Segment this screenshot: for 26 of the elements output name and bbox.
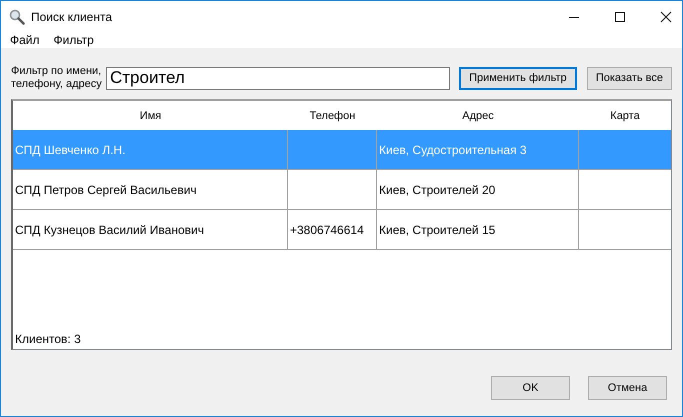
column-header[interactable]: Карта <box>579 110 671 122</box>
ok-button[interactable]: OK <box>491 376 570 400</box>
apply-filter-button[interactable]: Применить фильтр <box>458 66 577 90</box>
column-header[interactable]: Телефон <box>288 110 377 122</box>
menu-item[interactable]: Фильтр <box>54 33 94 47</box>
table-row[interactable]: СПД Кузнецов Василий Иванович +3806746614 Киев, Строителей 15 <box>13 210 671 250</box>
table-row[interactable]: СПД Петров Сергей Васильевич Киев, Строителей 20 <box>13 170 671 210</box>
search-icon <box>9 8 25 24</box>
close-icon[interactable] <box>660 10 672 22</box>
filter-label: Фильтр по имени, телефону, адресу <box>11 65 103 91</box>
table-cell: СПД Шевченко Л.Н. <box>15 142 126 156</box>
table-cell: СПД Кузнецов Василий Иванович <box>15 222 204 236</box>
cancel-button[interactable]: Отмена <box>588 376 667 400</box>
table-cell: Киев, Судостроительная 3 <box>379 142 527 156</box>
column-header[interactable]: Имя <box>13 110 288 122</box>
table-cell: Киев, Строителей 20 <box>379 182 496 196</box>
window-title: Поиск клиента <box>31 10 112 24</box>
table-cell: СПД Петров Сергей Васильевич <box>15 182 197 196</box>
show-all-button[interactable]: Показать все <box>586 66 672 90</box>
clients-count: Клиентов: 3 <box>14 332 82 346</box>
column-header[interactable]: Адрес <box>377 110 579 122</box>
table-cell: +3806746614 <box>290 222 364 236</box>
filter-field[interactable]: Строител <box>106 66 450 90</box>
menu-item[interactable]: Файл <box>10 33 40 47</box>
maximize-icon[interactable] <box>614 10 626 22</box>
table-cell: Киев, Строителей 15 <box>379 222 496 236</box>
